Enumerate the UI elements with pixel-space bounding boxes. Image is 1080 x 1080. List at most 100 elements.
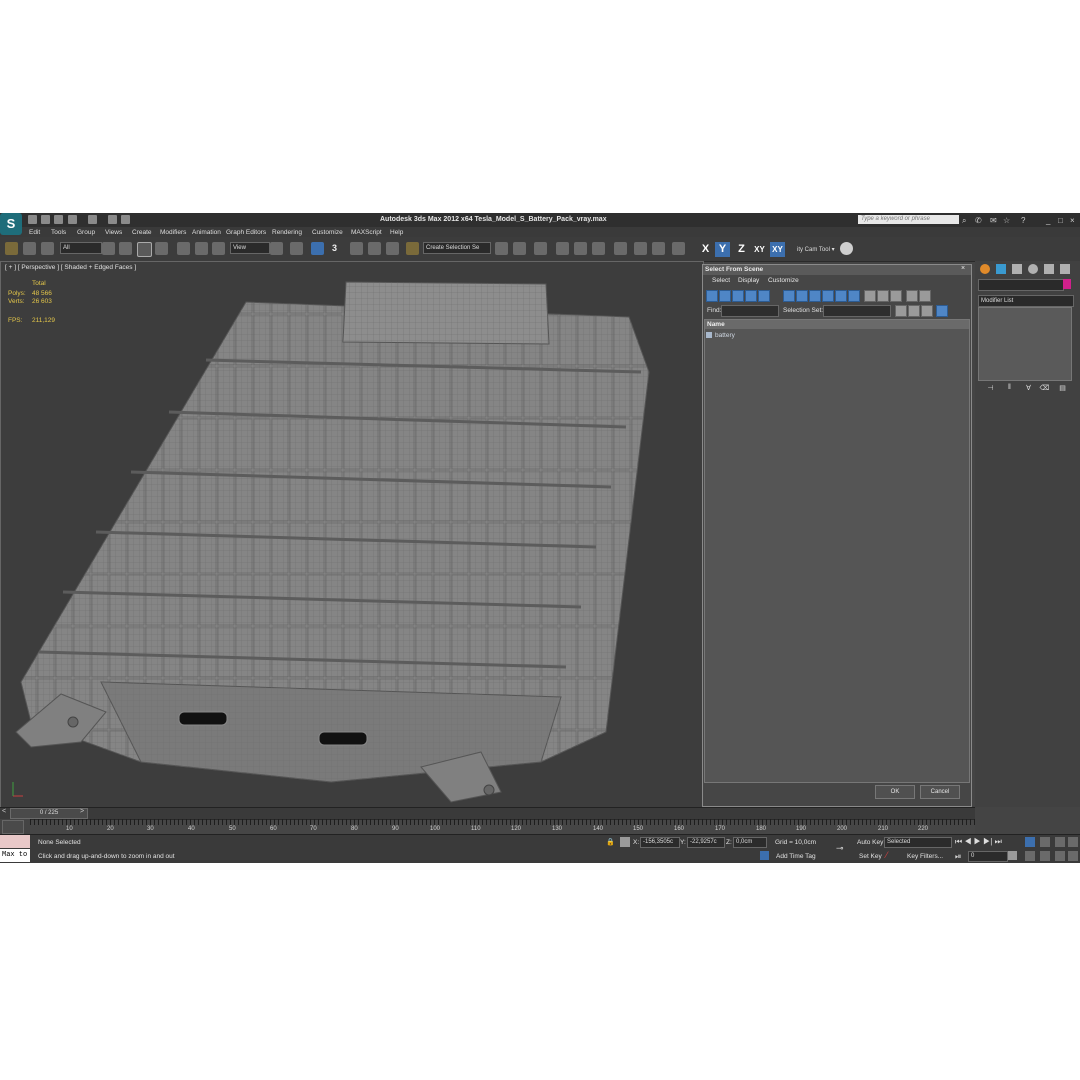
display-geometry-icon[interactable] [706,290,718,302]
rendered-frame-window-icon[interactable] [652,242,665,255]
open-file-icon[interactable] [41,215,50,224]
select-invert-icon[interactable] [890,290,902,302]
rotate-icon[interactable] [195,242,208,255]
dialog-menu-display[interactable]: Display [738,277,759,284]
menu-customize[interactable]: Customize [312,229,343,236]
zoom-all-icon[interactable] [1040,837,1050,847]
dialog-title-bar[interactable]: Select From Scene [703,265,971,275]
rectangular-selection-icon[interactable] [137,242,152,257]
perspective-viewport[interactable] [0,261,704,809]
set-key-button[interactable]: Set Key [859,853,882,860]
bind-space-warp-icon[interactable] [41,242,54,255]
menu-modifiers[interactable]: Modifiers [160,229,186,236]
dialog-menu-customize[interactable]: Customize [768,277,799,284]
time-configuration-icon[interactable] [1008,851,1017,860]
z-coordinate-field[interactable]: 0,0cm [733,837,767,848]
display-space-warps-icon[interactable] [783,290,795,302]
curve-editor-icon[interactable] [574,242,587,255]
select-object-icon[interactable] [102,242,115,255]
hierarchy-icon[interactable] [919,290,931,302]
playback-controls[interactable]: ⏮ ◀ ▶ ▶| ⏭ [955,837,1002,847]
time-slider[interactable] [0,807,975,819]
select-manipulate-icon[interactable] [290,242,303,255]
help-icon[interactable]: ? [1021,216,1025,225]
object-list[interactable] [704,319,970,783]
display-groups-icon[interactable] [796,290,808,302]
material-editor-icon[interactable] [614,242,627,255]
axis-z-button[interactable]: Z [734,242,749,257]
minimize-icon[interactable]: _ [1046,216,1050,225]
keyboard-shortcut-override-icon[interactable] [311,242,324,255]
cancel-button[interactable]: Cancel [920,785,960,799]
object-name-field[interactable] [978,279,1064,291]
pan-view-icon[interactable] [1040,851,1050,861]
percent-snap-icon[interactable] [368,242,381,255]
edit-named-selection-icon[interactable] [406,242,419,255]
zoom-icon[interactable] [1025,837,1035,847]
menu-tools[interactable]: Tools [51,229,66,236]
menu-group[interactable]: Group [77,229,95,236]
menu-create[interactable]: Create [132,229,152,236]
new-file-icon[interactable] [28,215,37,224]
binoculars-icon[interactable]: ⌕ [962,216,966,226]
render-setup-icon[interactable] [634,242,647,255]
help-search-input[interactable]: Type a keyword or phrase [858,215,959,224]
application-button[interactable]: S [0,213,22,235]
key-filters-button[interactable]: Key Filters... [907,853,943,860]
cam-tool-label[interactable]: ity Cam Tool ▾ [797,246,835,253]
zoom-extents-all-icon[interactable] [1068,837,1078,847]
ok-button[interactable]: OK [875,785,915,799]
display-containers-icon[interactable] [835,290,847,302]
selection-set-dropdown[interactable] [823,305,891,317]
absolute-mode-icon[interactable] [620,837,630,847]
hierarchy-tab-icon[interactable] [1012,264,1022,274]
orbit-icon[interactable] [1055,851,1065,861]
utilities-tab-icon[interactable] [1060,264,1070,274]
dialog-close-icon[interactable]: × [961,265,965,272]
make-unique-icon[interactable]: ∀ [1022,384,1035,394]
lock-icon[interactable]: 🔒 [606,838,615,846]
y-coordinate-field[interactable]: -22,9257c [687,837,725,848]
auto-key-mode-dropdown[interactable]: Selected [884,837,952,848]
selection-filter-dropdown[interactable]: All [60,242,102,254]
subscription-icon[interactable]: ✆ [975,216,982,225]
undo-icon[interactable] [68,215,77,224]
axis-x-button[interactable]: X [698,242,713,257]
x-coordinate-field[interactable]: -156,3505c [640,837,680,848]
project-folder-icon[interactable] [108,215,117,224]
sync-selection-icon[interactable] [936,305,948,317]
layer-manager-icon[interactable] [534,242,547,255]
key-mode-toggle-icon[interactable]: ⏯ [955,852,961,862]
menu-animation[interactable]: Animation [192,229,221,236]
list-item[interactable]: battery [715,332,735,339]
menu-maxscript[interactable]: MAXScript [351,229,382,236]
time-slider-thumb[interactable]: 0 / 225 [10,808,88,819]
communication-icon[interactable]: ✉ [990,216,997,225]
viewport-label[interactable]: [ + ] [ Perspective ] [ Shaded + Edged F… [5,264,136,271]
select-by-name-icon[interactable] [119,242,132,255]
axis-xy-cycle-button[interactable]: XY [770,242,785,257]
display-lights-icon[interactable] [732,290,744,302]
align-icon[interactable] [513,242,526,255]
auto-key-button[interactable]: Auto Key [857,839,883,846]
time-slider-next-icon[interactable]: > [80,808,84,815]
display-bones-icon[interactable] [822,290,834,302]
reference-coordinate-dropdown[interactable]: View [230,242,270,254]
display-shapes-icon[interactable] [719,290,731,302]
modifier-stack[interactable] [978,307,1072,381]
select-influences-icon[interactable] [921,305,933,317]
unlink-icon[interactable] [23,242,36,255]
menu-views[interactable]: Views [105,229,122,236]
close-icon[interactable]: × [1070,216,1075,225]
cam-tool-icon[interactable] [840,242,853,255]
time-slider-prev-icon[interactable]: < [2,808,6,815]
display-cameras-icon[interactable] [745,290,757,302]
mini-curve-editor-icon[interactable] [2,820,24,834]
angle-snap-icon[interactable] [350,242,363,255]
column-header-name[interactable]: Name [705,320,969,329]
spinner-snap-icon[interactable] [386,242,399,255]
window-crossing-icon[interactable] [155,242,168,255]
maxscript-mini-listener[interactable]: Max to [0,849,30,862]
filter-icon[interactable] [906,290,918,302]
display-frozen-icon[interactable] [848,290,860,302]
